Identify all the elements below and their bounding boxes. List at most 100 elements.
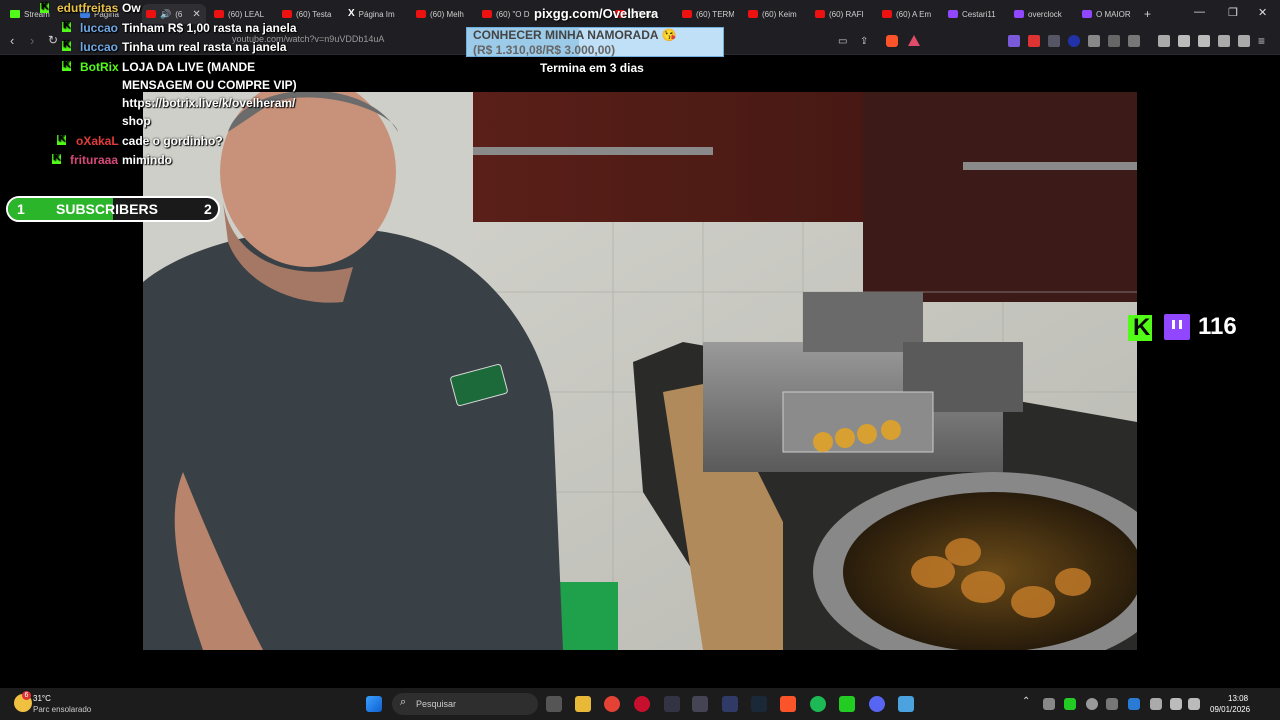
- viewer-count: 116: [1198, 313, 1237, 340]
- brave-shield-icon[interactable]: [886, 35, 898, 47]
- share-icon[interactable]: ⇪: [860, 36, 868, 47]
- spotify-icon[interactable]: [810, 696, 826, 712]
- youtube-icon: [416, 10, 426, 18]
- tab-twitch[interactable]: Cestari11: [948, 4, 1004, 24]
- notepad-icon[interactable]: [898, 696, 914, 712]
- tab-youtube[interactable]: (60) "O D: [482, 4, 532, 24]
- donation-goal-deadline: Termina em 3 dias: [540, 61, 644, 75]
- microphone-icon[interactable]: [1150, 698, 1162, 710]
- file-explorer-icon[interactable]: [575, 696, 591, 712]
- chat-message: Tinham R$ 1,00 rasta na janela: [122, 21, 297, 35]
- chat-message: cade o gordinho?: [122, 134, 223, 148]
- chat-username: frituraaa: [70, 153, 119, 167]
- new-tab-button[interactable]: +: [1144, 4, 1158, 24]
- wallet-icon[interactable]: [1198, 35, 1210, 47]
- chat-username: oXakaL: [76, 134, 119, 148]
- chat-message-line: https://botrix.live/k/ovelheram/: [122, 96, 296, 110]
- vpn-icon[interactable]: [1238, 35, 1250, 47]
- tab-youtube[interactable]: (60) TERM: [682, 4, 734, 24]
- steam-icon[interactable]: [751, 696, 767, 712]
- clock-date[interactable]: 09/01/2026: [1210, 705, 1250, 714]
- chat-username: edutfreitas: [57, 1, 119, 15]
- youtube-icon: [482, 10, 492, 18]
- taskbar-search[interactable]: ⌕ Pesquisar: [392, 693, 538, 715]
- chat-message: mimindo: [122, 153, 172, 167]
- kick-app-icon[interactable]: [839, 696, 855, 712]
- task-view-icon[interactable]: [546, 696, 562, 712]
- extension-icon[interactable]: [1028, 35, 1040, 47]
- weather-badge: 6: [22, 691, 31, 700]
- twitch-icon: [1082, 10, 1092, 18]
- chat-message: Tinha um real rasta na janela: [122, 40, 287, 54]
- tray-icon[interactable]: [1043, 698, 1055, 710]
- maximize-icon[interactable]: ❐: [1228, 6, 1238, 19]
- extension-icon[interactable]: [1128, 35, 1140, 47]
- tray-icon[interactable]: [1106, 698, 1118, 710]
- puzzle-icon[interactable]: [1108, 35, 1120, 47]
- clock-time[interactable]: 13:08: [1228, 694, 1248, 703]
- kick-logo-icon: K: [1128, 315, 1152, 341]
- youtube-icon: [815, 10, 825, 18]
- subscribers-current: 1: [17, 201, 25, 217]
- tab-twitch[interactable]: O MAIOR: [1082, 4, 1134, 24]
- tab-x[interactable]: X Página Im: [348, 4, 406, 24]
- donation-goal-title: CONHECER MINHA NAMORADA 😘: [473, 28, 677, 42]
- bluetooth-icon[interactable]: [1128, 698, 1140, 710]
- menu-icon[interactable]: ≡: [1258, 34, 1265, 48]
- tray-icon[interactable]: [1064, 698, 1076, 710]
- chat-message-line: shop: [122, 114, 151, 128]
- close-window-icon[interactable]: ✕: [1258, 6, 1267, 19]
- subscribers-target: 2: [204, 201, 212, 217]
- kick-badge-icon: [57, 133, 66, 145]
- twitch-icon: [1014, 10, 1024, 18]
- music-icon[interactable]: [1158, 35, 1170, 47]
- tray-icon[interactable]: [1086, 698, 1098, 710]
- tray-chevron-icon[interactable]: ⌃: [1022, 696, 1030, 707]
- volume-icon[interactable]: [1188, 698, 1200, 710]
- app-icon[interactable]: [692, 696, 708, 712]
- donation-goal-box: CONHECER MINHA NAMORADA 😘 (R$ 1.310,08/R…: [466, 27, 724, 57]
- tab-youtube[interactable]: (60) Melh: [416, 4, 472, 24]
- minimize-icon[interactable]: —: [1194, 6, 1205, 18]
- search-icon: ⌕: [400, 696, 407, 708]
- weather-temp: 31°C: [33, 694, 51, 703]
- cast-icon[interactable]: ▭: [838, 36, 847, 47]
- tab-youtube[interactable]: (60) RAFI: [815, 4, 867, 24]
- chat-message-line: MENSAGEM OU COMPRE VIP): [122, 78, 297, 92]
- extension-icon[interactable]: [1048, 35, 1060, 47]
- app-icon[interactable]: [722, 696, 738, 712]
- taskbar: 6 31°C Parc ensolarado ⌕ Pesquisar ⌃ 13:…: [0, 688, 1280, 720]
- kick-badge-icon: [52, 152, 61, 164]
- twitch-icon: [948, 10, 958, 18]
- kick-badge-icon: [62, 39, 71, 51]
- leo-icon[interactable]: [1218, 35, 1230, 47]
- chat-username: luccao: [80, 21, 119, 35]
- opera-icon[interactable]: [634, 696, 650, 712]
- tab-youtube[interactable]: (60) Keim: [748, 4, 800, 24]
- youtube-icon: [682, 10, 692, 18]
- brave-icon[interactable]: [780, 696, 796, 712]
- chat-username: luccao: [80, 40, 119, 54]
- extension-icon[interactable]: [1008, 35, 1020, 47]
- sidebar-icon[interactable]: [1178, 35, 1190, 47]
- discord-icon[interactable]: [869, 696, 885, 712]
- brave-rewards-icon[interactable]: [908, 35, 920, 46]
- app-icon[interactable]: [664, 696, 680, 712]
- tab-twitch[interactable]: overclock: [1014, 4, 1072, 24]
- chrome-icon[interactable]: [604, 696, 620, 712]
- twitch-logo-icon: [1164, 314, 1190, 340]
- subscribers-label: SUBSCRIBERS: [56, 201, 158, 217]
- network-icon[interactable]: [1170, 698, 1182, 710]
- tab-youtube[interactable]: (60) A Em: [882, 4, 936, 24]
- chat-username: BotRix: [80, 60, 119, 74]
- windows-start-icon[interactable]: [366, 696, 382, 712]
- extension-icon[interactable]: [1068, 35, 1080, 47]
- donation-channel-url: pixgg.com/Ovelhera: [534, 6, 659, 21]
- weather-description: Parc ensolarado: [33, 705, 92, 714]
- kick-badge-icon: [62, 20, 71, 32]
- kick-badge-icon: [62, 59, 71, 71]
- chat-overlay: edutfreitas Ow luccao Tinham R$ 1,00 ras…: [0, 0, 320, 180]
- extension-icon[interactable]: [1088, 35, 1100, 47]
- x-logo-icon: X: [348, 8, 355, 19]
- chat-message: Ow: [122, 1, 141, 15]
